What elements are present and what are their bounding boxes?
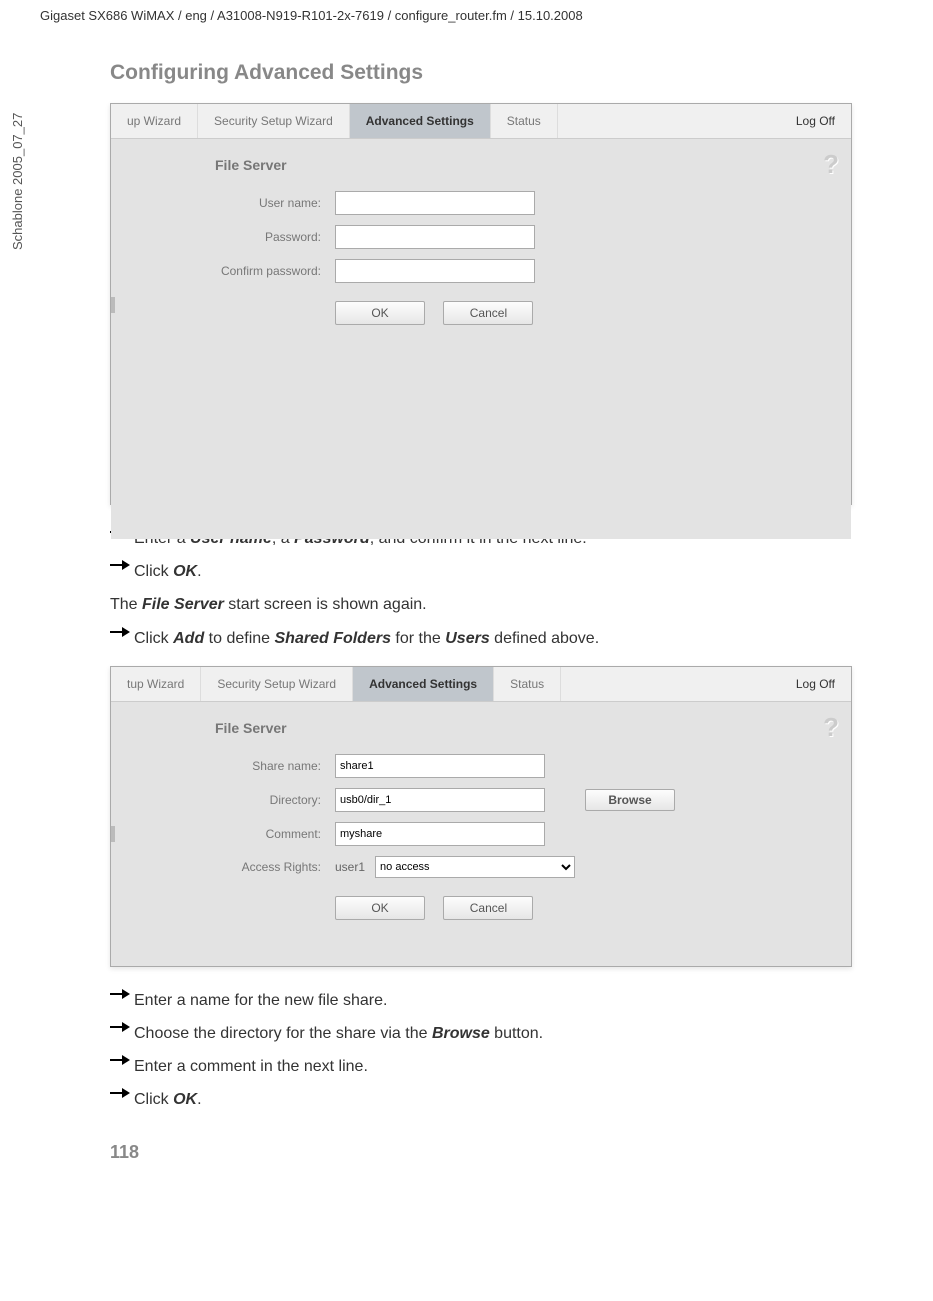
username-label: User name: <box>141 196 335 210</box>
instruction-text: for the <box>391 630 445 647</box>
instruction-text: to define <box>204 630 274 647</box>
share-name-label: Share name: <box>141 759 335 773</box>
instruction-text: defined above. <box>490 630 599 647</box>
instruction-text: Enter a comment in the next line. <box>134 1053 368 1080</box>
instruction-text: Choose the directory for the share via t… <box>134 1025 432 1042</box>
template-version-vertical-text: Schablone 2005_07_27 <box>10 113 25 250</box>
cancel-button[interactable]: Cancel <box>443 896 533 920</box>
instruction-line: Click Add to define Shared Folders for t… <box>110 625 893 652</box>
share-name-row: Share name: <box>141 754 821 778</box>
instruction-block-2: Enter a name for the new file share. Cho… <box>110 987 893 1114</box>
instruction-bold: Users <box>445 630 489 647</box>
instruction-text: button. <box>490 1025 543 1042</box>
instruction-bold: Shared Folders <box>275 630 391 647</box>
button-row: OK Cancel <box>335 301 821 325</box>
arrow-icon <box>110 987 134 1001</box>
comment-row: Comment: <box>141 822 821 846</box>
panel-title: File Server <box>215 157 821 173</box>
ok-button[interactable]: OK <box>335 301 425 325</box>
confirm-password-label: Confirm password: <box>141 264 335 278</box>
instruction-text: . <box>197 1091 201 1108</box>
access-rights-select[interactable]: no access <box>375 856 575 878</box>
instruction-text: Click <box>134 1091 173 1108</box>
instruction-line: Choose the directory for the share via t… <box>110 1020 893 1047</box>
panel-title: File Server <box>215 720 821 736</box>
password-row: Password: <box>141 225 821 249</box>
instruction-bold: Add <box>173 630 204 647</box>
password-input[interactable] <box>335 225 535 249</box>
password-label: Password: <box>141 230 335 244</box>
access-rights-label: Access Rights: <box>141 860 335 874</box>
tab-bar: tup Wizard Security Setup Wizard Advance… <box>111 667 851 702</box>
tab-security-wizard[interactable]: Security Setup Wizard <box>201 667 353 701</box>
tab-status[interactable]: Status <box>491 104 558 138</box>
instruction-text: Click <box>134 563 173 580</box>
arrow-icon <box>110 558 134 572</box>
tab-status[interactable]: Status <box>494 667 561 701</box>
tab-setup-wizard[interactable]: up Wizard <box>111 104 198 138</box>
confirm-password-row: Confirm password: <box>141 259 821 283</box>
help-icon[interactable]: ? <box>823 712 839 743</box>
instruction-text: Enter a name for the new file share. <box>134 987 387 1014</box>
instruction-block-1: Enter a User name, a Password, and confi… <box>110 525 893 652</box>
instruction-bold: Browse <box>432 1025 490 1042</box>
ok-button[interactable]: OK <box>335 896 425 920</box>
instruction-line: Click OK. <box>110 558 893 585</box>
arrow-icon <box>110 1086 134 1100</box>
cancel-button[interactable]: Cancel <box>443 301 533 325</box>
share-name-input[interactable] <box>335 754 545 778</box>
access-user-label: user1 <box>335 860 365 874</box>
username-input[interactable] <box>335 191 535 215</box>
comment-label: Comment: <box>141 827 335 841</box>
log-off-link[interactable]: Log Off <box>780 667 851 701</box>
page-number: 118 <box>110 1142 893 1163</box>
instruction-text: The <box>110 596 142 613</box>
instruction-bold: OK <box>173 1091 197 1108</box>
router-ui-screenshot-1: up Wizard Security Setup Wizard Advanced… <box>110 103 852 505</box>
instruction-line: The File Server start screen is shown ag… <box>110 591 893 618</box>
document-header-path: Gigaset SX686 WiMAX / eng / A31008-N919-… <box>40 0 893 31</box>
directory-row: Directory: Browse <box>141 788 821 812</box>
instruction-line: Enter a name for the new file share. <box>110 987 893 1014</box>
tab-setup-wizard[interactable]: tup Wizard <box>111 667 201 701</box>
file-server-panel: ? File Server User name: Password: Confi… <box>111 139 851 539</box>
access-rights-row: Access Rights: user1 no access <box>141 856 821 878</box>
log-off-link[interactable]: Log Off <box>780 104 851 138</box>
confirm-password-input[interactable] <box>335 259 535 283</box>
browse-button[interactable]: Browse <box>585 789 675 811</box>
tab-security-wizard[interactable]: Security Setup Wizard <box>198 104 350 138</box>
help-icon[interactable]: ? <box>823 149 839 180</box>
directory-input[interactable] <box>335 788 545 812</box>
directory-label: Directory: <box>141 793 335 807</box>
comment-input[interactable] <box>335 822 545 846</box>
instruction-text: . <box>197 563 201 580</box>
file-server-share-panel: ? File Server Share name: Directory: Bro… <box>111 702 851 966</box>
router-ui-screenshot-2: tup Wizard Security Setup Wizard Advance… <box>110 666 852 967</box>
instruction-bold: OK <box>173 563 197 580</box>
side-marker-icon <box>111 297 115 313</box>
section-heading: Configuring Advanced Settings <box>110 61 893 85</box>
arrow-icon <box>110 1053 134 1067</box>
tab-advanced-settings[interactable]: Advanced Settings <box>350 104 491 138</box>
instruction-text: start screen is shown again. <box>224 596 427 613</box>
instruction-line: Click OK. <box>110 1086 893 1113</box>
arrow-icon <box>110 625 134 639</box>
instruction-bold: File Server <box>142 596 224 613</box>
button-row: OK Cancel <box>335 896 821 920</box>
username-row: User name: <box>141 191 821 215</box>
arrow-icon <box>110 1020 134 1034</box>
instruction-line: Enter a comment in the next line. <box>110 1053 893 1080</box>
tab-advanced-settings[interactable]: Advanced Settings <box>353 667 494 701</box>
side-marker-icon <box>111 826 115 842</box>
tab-bar: up Wizard Security Setup Wizard Advanced… <box>111 104 851 139</box>
document-page: Gigaset SX686 WiMAX / eng / A31008-N919-… <box>0 0 933 1163</box>
instruction-text: Click <box>134 630 173 647</box>
